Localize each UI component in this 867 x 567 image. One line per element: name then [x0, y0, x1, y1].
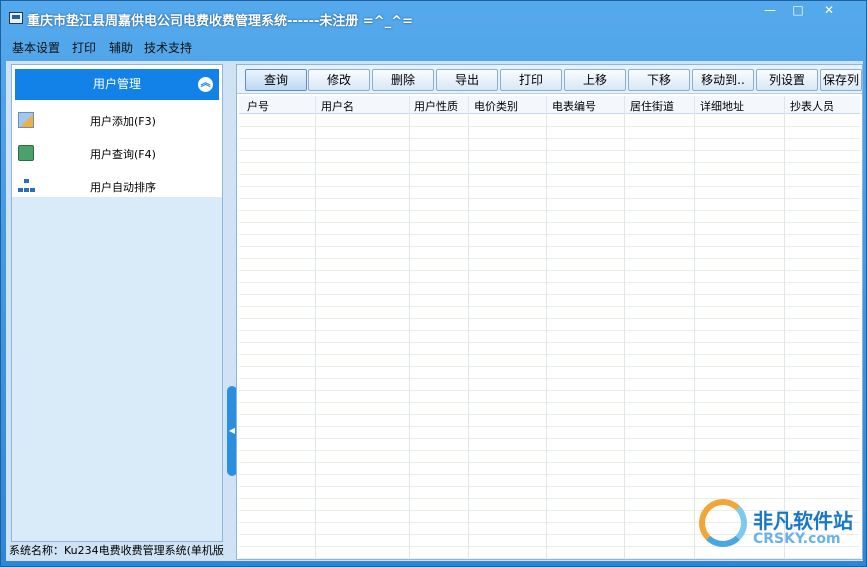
column-header-address[interactable]: 详细地址: [700, 98, 744, 114]
column-header-user-type[interactable]: 用户性质: [414, 98, 458, 114]
column-divider: [694, 96, 695, 559]
status-bar: 系统名称：Ku234电费收费管理系统(单机版: [6, 542, 236, 560]
sidebar-group-header[interactable]: 用户管理 ︽: [15, 69, 219, 100]
menu-print[interactable]: 打印: [72, 39, 96, 56]
app-window: 重庆市垫江县周嘉供电公司电费收费管理系统------未注册 =^_^= — □ …: [0, 0, 867, 567]
column-header-account-no[interactable]: 户号: [247, 98, 269, 114]
move-down-button[interactable]: 下移: [628, 69, 690, 91]
maximize-button[interactable]: □: [783, 1, 813, 21]
user-table[interactable]: 户号 用户名 用户性质 电价类别 电表编号 居住街道 详细地址 抄表人员: [239, 96, 860, 559]
window-title: 重庆市垫江县周嘉供电公司电费收费管理系统------未注册 =^_^=: [27, 14, 413, 29]
watermark-site: CRSKY.com: [753, 531, 841, 547]
user-query-icon: [18, 145, 34, 161]
sidebar-empty-area: [12, 197, 222, 541]
delete-button[interactable]: 删除: [372, 69, 434, 91]
sidebar-item-label: 用户添加(F3): [90, 115, 156, 128]
column-settings-button[interactable]: 列设置: [756, 69, 818, 91]
column-header-meter-no[interactable]: 电表编号: [552, 98, 596, 114]
watermark-name: 非凡软件站: [753, 509, 853, 533]
main-panel: 查询 修改 删除 导出 打印 上移 下移 移动到.. 列设置 保存列 户号 用户…: [236, 64, 863, 560]
sidebar-item-user-sort[interactable]: 用户自动排序: [12, 171, 222, 201]
move-up-button[interactable]: 上移: [564, 69, 626, 91]
save-columns-button[interactable]: 保存列: [820, 69, 862, 91]
column-divider: [624, 96, 625, 559]
crsky-watermark: 非凡软件站 CRSKY.com: [691, 493, 861, 553]
export-button[interactable]: 导出: [436, 69, 498, 91]
tree-sort-icon: [18, 178, 35, 194]
menu-basic-settings[interactable]: 基本设置: [12, 39, 60, 56]
query-button[interactable]: 查询: [245, 69, 307, 91]
edit-button[interactable]: 修改: [308, 69, 370, 91]
menu-tech-support[interactable]: 技术支持: [144, 39, 192, 56]
column-divider: [546, 96, 547, 559]
sidebar-item-label: 用户查询(F4): [90, 148, 156, 161]
chevron-double-up-icon[interactable]: ︽: [198, 77, 213, 92]
title-bar[interactable]: 重庆市垫江县周嘉供电公司电费收费管理系统------未注册 =^_^= — □ …: [1, 1, 866, 33]
sidebar-item-user-add[interactable]: 用户添加(F3): [12, 105, 222, 135]
menu-bar: 基本设置 打印 辅助 技术支持: [1, 35, 866, 57]
sidebar-item-user-query[interactable]: 用户查询(F4): [12, 138, 222, 168]
column-header-street[interactable]: 居住街道: [630, 98, 674, 114]
sidebar-item-label: 用户自动排序: [90, 181, 156, 194]
client-area: 用户管理 ︽ 用户添加(F3) 用户查询(F4) 用户自动排序 ◀ 系统名称：K…: [6, 61, 863, 561]
user-add-icon: [18, 112, 34, 128]
minimize-button[interactable]: —: [755, 1, 785, 21]
column-header-user-name[interactable]: 用户名: [321, 98, 354, 114]
column-divider: [315, 96, 316, 559]
crsky-logo-icon: [699, 499, 747, 547]
column-divider: [784, 96, 785, 559]
column-header-meter-reader[interactable]: 抄表人员: [790, 98, 834, 114]
sidebar-group-title: 用户管理: [92, 77, 141, 91]
app-monitor-icon: [9, 12, 23, 24]
toolbar: 查询 修改 删除 导出 打印 上移 下移 移动到.. 列设置 保存列: [237, 65, 862, 94]
print-button[interactable]: 打印: [500, 69, 562, 91]
sidebar: 用户管理 ︽ 用户添加(F3) 用户查询(F4) 用户自动排序: [11, 64, 223, 542]
column-divider: [409, 96, 410, 559]
column-header-price-category[interactable]: 电价类别: [474, 98, 518, 114]
column-divider: [468, 96, 469, 559]
move-to-button[interactable]: 移动到..: [692, 69, 754, 91]
menu-auxiliary[interactable]: 辅助: [109, 39, 133, 56]
close-button[interactable]: ✕: [813, 1, 845, 21]
